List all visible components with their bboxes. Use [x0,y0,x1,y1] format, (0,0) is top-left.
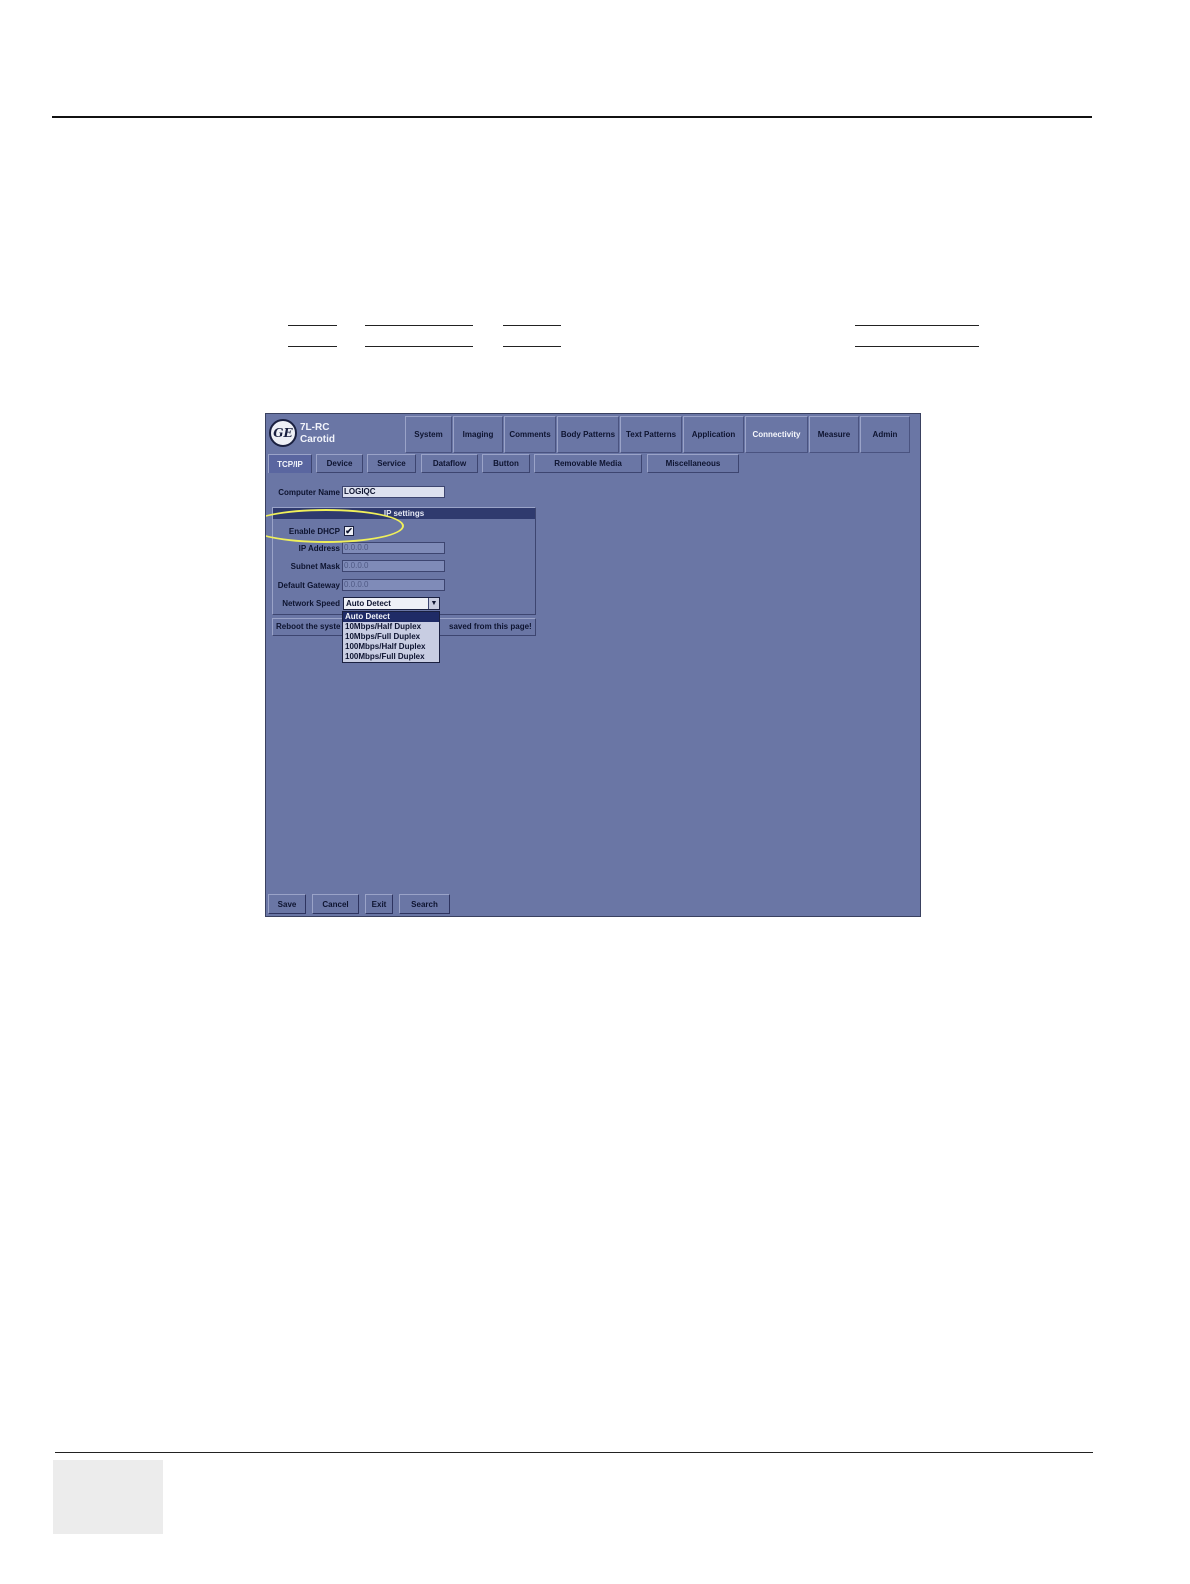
default-gateway-label: Default Gateway [277,581,340,590]
subtab-button[interactable]: Button [482,454,530,473]
preset-name: Carotid [300,434,335,445]
tab-comments[interactable]: Comments [504,416,556,453]
network-speed-dropdown: Auto Detect 10Mbps/Half Duplex 10Mbps/Fu… [342,611,440,663]
network-speed-option[interactable]: 10Mbps/Full Duplex [343,632,439,642]
subtab-service[interactable]: Service [367,454,416,473]
subtab-tcpip[interactable]: TCP/IP [268,454,312,473]
network-speed-value: Auto Detect [346,599,391,608]
computer-name-field[interactable]: LOGIQC [342,486,445,498]
ip-address-field[interactable]: 0.0.0.0 [342,542,445,554]
probe-name: 7L-RC [300,422,330,433]
blank-line [365,346,473,347]
utility-screenshot: GE 7L-RC Carotid System Imaging Comments… [265,413,921,917]
network-speed-option[interactable]: 10Mbps/Half Duplex [343,622,439,632]
tab-connectivity[interactable]: Connectivity [745,416,808,453]
blank-line [503,325,561,326]
blank-line [855,346,979,347]
blank-line [365,325,473,326]
tab-admin[interactable]: Admin [860,416,910,453]
ge-logo-icon: GE [269,419,297,447]
subnet-mask-label: Subnet Mask [290,562,340,571]
subtab-miscellaneous[interactable]: Miscellaneous [647,454,739,473]
ip-address-label: IP Address [298,544,340,553]
network-speed-option[interactable]: Auto Detect [343,612,439,622]
subtab-dataflow[interactable]: Dataflow [421,454,478,473]
subtab-removable-media[interactable]: Removable Media [534,454,642,473]
reboot-message-end: saved from this page! [449,622,532,631]
exit-button[interactable]: Exit [365,894,393,914]
subtab-device[interactable]: Device [316,454,363,473]
header-rule [52,116,1092,118]
network-speed-option[interactable]: 100Mbps/Half Duplex [343,642,439,652]
tab-imaging[interactable]: Imaging [453,416,503,453]
tab-measure[interactable]: Measure [809,416,859,453]
tab-system[interactable]: System [405,416,452,453]
reboot-message-start: Reboot the syste [276,622,341,631]
search-button[interactable]: Search [399,894,450,914]
footer-rule [55,1452,1093,1453]
chevron-down-icon[interactable]: ▼ [428,598,439,609]
computer-name-label: Computer Name [278,488,340,497]
footer-box [53,1460,163,1534]
save-button[interactable]: Save [268,894,306,914]
network-speed-option[interactable]: 100Mbps/Full Duplex [343,652,439,662]
network-speed-select[interactable]: Auto Detect ▼ [343,597,440,610]
tab-body-patterns[interactable]: Body Patterns [557,416,619,453]
tab-application[interactable]: Application [683,416,744,453]
top-bar: GE 7L-RC Carotid System Imaging Comments… [266,414,920,454]
tab-text-patterns[interactable]: Text Patterns [620,416,682,453]
blank-line [288,346,337,347]
cancel-button[interactable]: Cancel [312,894,359,914]
default-gateway-field[interactable]: 0.0.0.0 [342,579,445,591]
blank-line [288,325,337,326]
probe-info: 7L-RC Carotid [300,422,335,446]
blank-line [503,346,561,347]
subnet-mask-field[interactable]: 0.0.0.0 [342,560,445,572]
network-speed-label: Network Speed [282,599,340,608]
blank-line [855,325,979,326]
